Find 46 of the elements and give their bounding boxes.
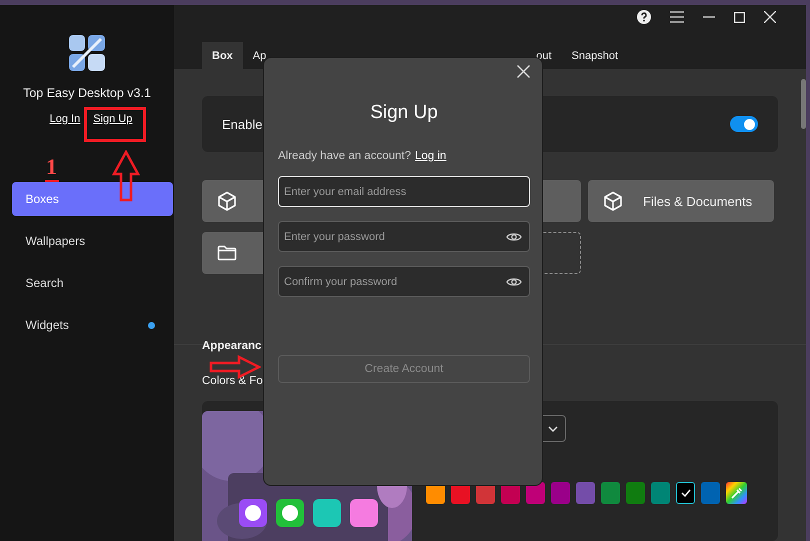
color-swatch[interactable] <box>626 482 645 504</box>
checkmark-icon <box>680 489 690 497</box>
app-logo-icon <box>69 35 105 71</box>
eyedropper-icon <box>730 487 742 499</box>
auth-link[interactable]: Sign Up <box>93 112 132 124</box>
setting-label: Enable <box>222 116 262 132</box>
color-swatch[interactable] <box>651 482 670 504</box>
prompt-text: Already have an account? <box>278 150 411 162</box>
minimize-icon[interactable] <box>703 16 715 18</box>
nav-item[interactable]: Widgets <box>12 308 172 342</box>
color-swatch[interactable] <box>601 482 620 504</box>
cube-icon <box>217 191 237 211</box>
input-field[interactable]: Enter your password <box>278 221 530 252</box>
color-swatch[interactable] <box>676 482 695 504</box>
color-picker-button[interactable] <box>726 482 747 504</box>
eye-icon[interactable] <box>506 231 522 243</box>
color-swatch[interactable] <box>701 482 720 504</box>
eye-icon[interactable] <box>506 276 522 288</box>
color-swatch[interactable] <box>551 482 570 504</box>
close-icon[interactable] <box>517 65 530 78</box>
log-in-link[interactable]: Log in <box>414 150 446 162</box>
box-button[interactable]: Files & Documents <box>588 180 774 222</box>
cube-icon <box>603 191 623 211</box>
tab[interactable]: Box <box>202 42 243 69</box>
up-arrow-annotation <box>112 150 140 202</box>
close-icon[interactable] <box>764 11 776 24</box>
nav-item[interactable]: Search <box>12 266 172 300</box>
toggle-switch[interactable] <box>730 116 758 132</box>
annotation-number: 1 <box>46 156 57 178</box>
help-icon[interactable] <box>637 10 651 24</box>
nav-item[interactable]: Boxes <box>12 182 172 216</box>
section-heading: Appearanc <box>202 340 262 352</box>
tab[interactable]: Ap <box>242 42 276 69</box>
tab[interactable]: Snapshot <box>562 42 628 69</box>
scrollbar[interactable] <box>801 79 806 129</box>
auth-link[interactable]: Log In <box>50 112 80 124</box>
dialog-title: Sign Up <box>369 102 439 124</box>
chevron-down-icon <box>548 426 558 432</box>
input-field[interactable]: Confirm your password <box>278 266 530 297</box>
menu-icon[interactable] <box>670 11 684 24</box>
folder-icon <box>217 245 237 261</box>
app-name: Top Easy Desktop v3.1 <box>23 86 151 100</box>
maximize-icon[interactable] <box>734 12 745 23</box>
nav-item[interactable]: Wallpapers <box>12 224 172 258</box>
color-swatch[interactable] <box>576 482 595 504</box>
highlight-rectangle <box>84 107 146 142</box>
